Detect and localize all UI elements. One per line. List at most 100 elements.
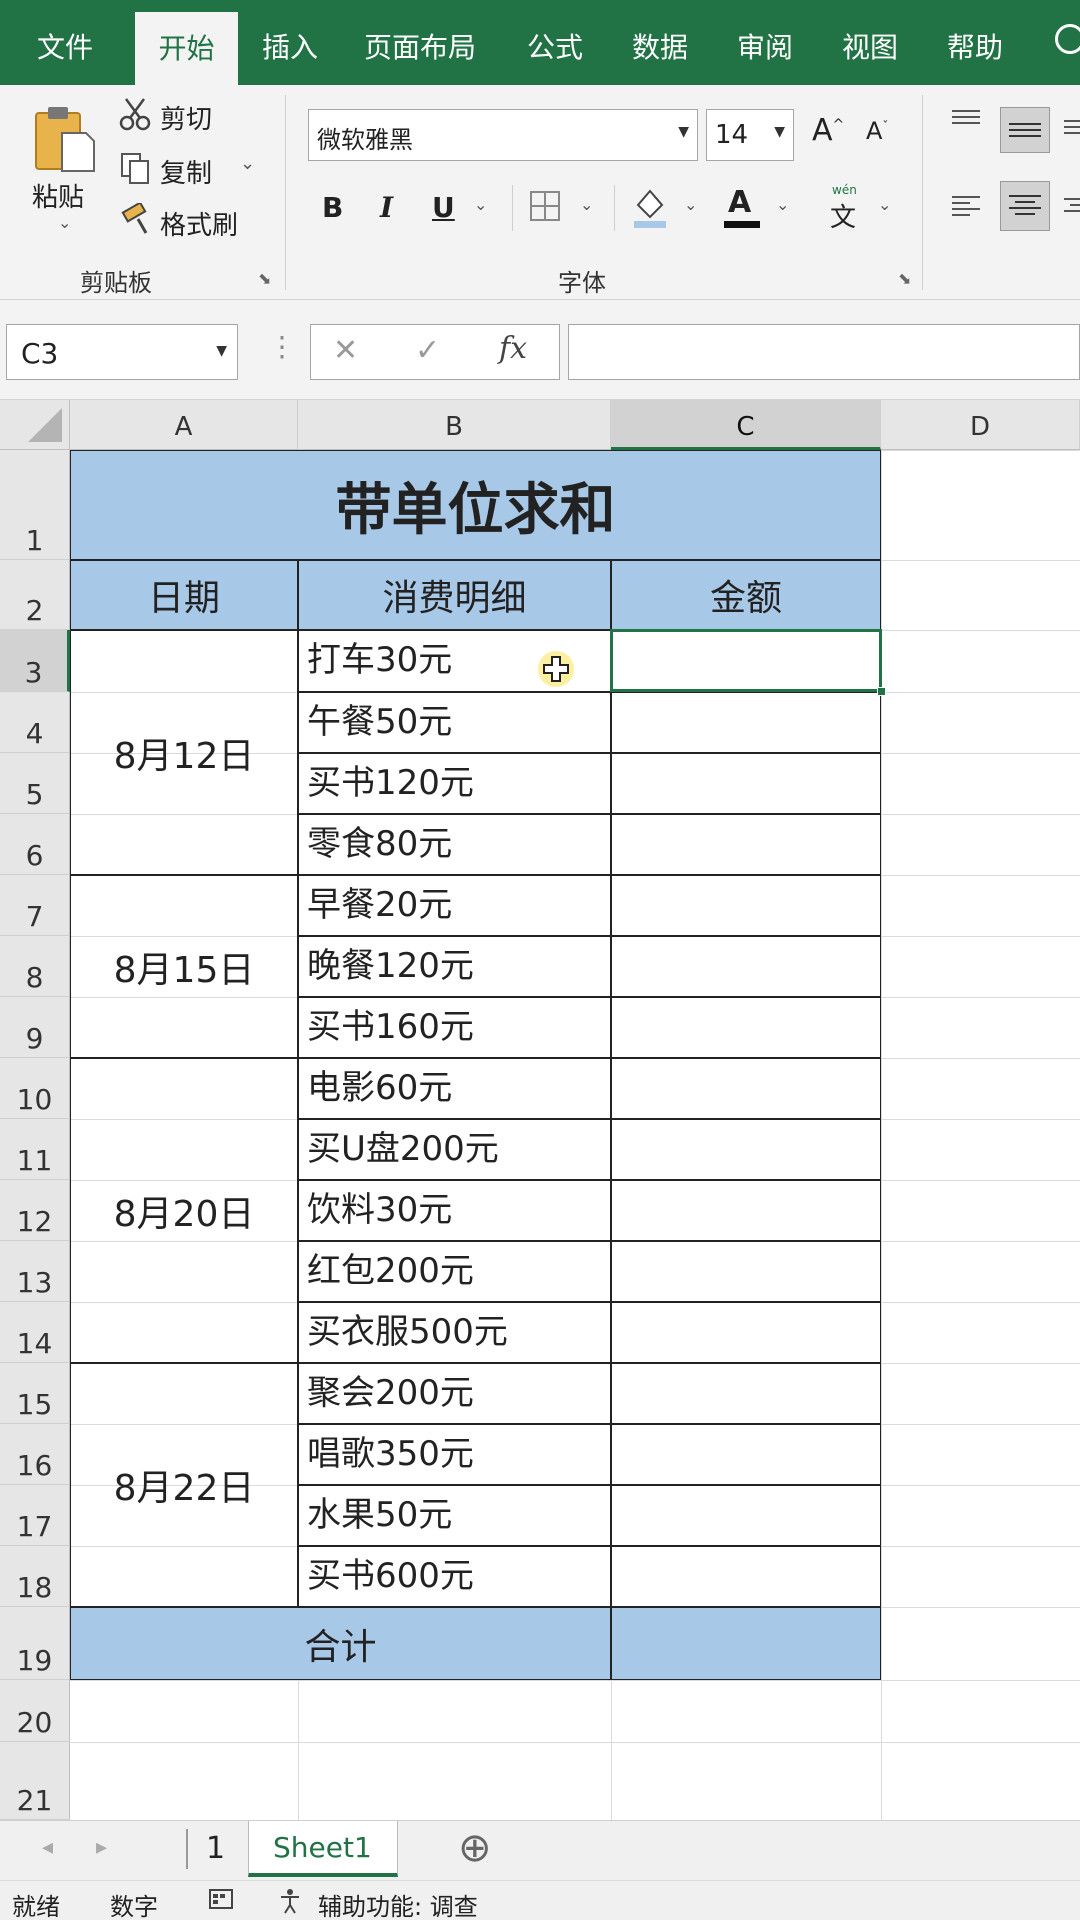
total-label-cell[interactable]: 合计 <box>70 1607 611 1680</box>
tab-page-layout[interactable]: 页面布局 <box>355 0 485 85</box>
header-detail[interactable]: 消费明细 <box>298 560 611 630</box>
insert-function-icon[interactable]: fx <box>499 331 527 366</box>
amount-cell[interactable] <box>611 1363 881 1424</box>
amount-cell[interactable] <box>611 1546 881 1607</box>
enter-icon[interactable]: ✓ <box>415 333 440 368</box>
sheet-tab-1[interactable]: 1 <box>206 1831 225 1866</box>
detail-cell[interactable]: 买衣服500元 <box>298 1302 611 1363</box>
total-amount-cell[interactable] <box>611 1607 881 1680</box>
macro-record-icon[interactable] <box>208 1887 236 1913</box>
sheet-tab-sheet1[interactable]: Sheet1 <box>248 1821 398 1877</box>
row-header-12[interactable]: 12 <box>0 1180 70 1241</box>
fill-color-icon[interactable] <box>630 185 670 229</box>
detail-cell[interactable]: 聚会200元 <box>298 1363 611 1424</box>
amount-cell[interactable] <box>611 1241 881 1302</box>
amount-cell[interactable] <box>611 1485 881 1546</box>
column-header-a[interactable]: A <box>70 400 298 450</box>
amount-cell[interactable] <box>611 1424 881 1485</box>
column-header-c[interactable]: C <box>611 400 881 450</box>
align-middle-icon[interactable] <box>1000 107 1050 153</box>
underline-dropdown-icon[interactable]: ⌄ <box>474 195 487 214</box>
cancel-icon[interactable]: ✕ <box>333 333 358 368</box>
row-header-2[interactable]: 2 <box>0 560 70 630</box>
row-header-20[interactable]: 20 <box>0 1680 70 1742</box>
accessibility-icon[interactable] <box>278 1887 308 1915</box>
align-right-icon[interactable] <box>1062 193 1080 223</box>
tab-insert[interactable]: 插入 <box>250 0 330 85</box>
detail-cell[interactable]: 早餐20元 <box>298 875 611 936</box>
amount-cell[interactable] <box>611 936 881 997</box>
detail-cell[interactable]: 零食80元 <box>298 814 611 875</box>
row-header-18[interactable]: 18 <box>0 1546 70 1607</box>
row-header-16[interactable]: 16 <box>0 1424 70 1485</box>
row-header-1[interactable]: 1 <box>0 450 70 560</box>
amount-cell[interactable] <box>611 875 881 936</box>
formula-input[interactable] <box>568 324 1080 380</box>
shrink-font-button[interactable]: Aˇ <box>866 117 888 145</box>
row-header-15[interactable]: 15 <box>0 1363 70 1424</box>
next-sheet-icon[interactable]: ▸ <box>96 1835 107 1860</box>
borders-icon[interactable] <box>528 189 562 223</box>
paste-dropdown-icon[interactable]: ⌄ <box>58 213 71 232</box>
row-header-5[interactable]: 5 <box>0 753 70 814</box>
header-amount[interactable]: 金额 <box>611 560 881 630</box>
tab-help[interactable]: 帮助 <box>935 0 1015 85</box>
amount-cell[interactable] <box>611 1058 881 1119</box>
font-color-button[interactable]: A <box>722 185 762 229</box>
align-left-icon[interactable] <box>948 191 984 221</box>
prev-sheet-icon[interactable]: ◂ <box>42 1835 53 1860</box>
tab-data[interactable]: 数据 <box>620 0 700 85</box>
row-header-4[interactable]: 4 <box>0 692 70 753</box>
tab-review[interactable]: 审阅 <box>725 0 805 85</box>
row-header-14[interactable]: 14 <box>0 1302 70 1363</box>
amount-cell[interactable] <box>611 692 881 753</box>
cut-button[interactable]: 剪切 <box>160 99 212 136</box>
detail-cell[interactable]: 水果50元 <box>298 1485 611 1546</box>
detail-cell[interactable]: 买U盘200元 <box>298 1119 611 1180</box>
font-size-select[interactable]: 14 ▼ <box>706 109 794 161</box>
amount-cell[interactable] <box>611 814 881 875</box>
fill-color-dropdown-icon[interactable]: ⌄ <box>684 195 697 214</box>
clipboard-launcher-icon[interactable]: ⬊ <box>258 269 271 288</box>
add-sheet-icon[interactable]: ⊕ <box>458 1825 492 1871</box>
tab-view[interactable]: 视图 <box>830 0 910 85</box>
font-color-dropdown-icon[interactable]: ⌄ <box>776 195 789 214</box>
detail-cell[interactable]: 饮料30元 <box>298 1180 611 1241</box>
detail-cell[interactable]: 买书600元 <box>298 1546 611 1607</box>
row-header-19[interactable]: 19 <box>0 1607 70 1680</box>
detail-cell[interactable]: 电影60元 <box>298 1058 611 1119</box>
copy-button[interactable]: 复制 <box>160 153 212 190</box>
column-header-d[interactable]: D <box>881 400 1080 450</box>
selected-cell-outline[interactable] <box>610 629 882 692</box>
date-cell[interactable]: 8月22日 <box>70 1363 298 1607</box>
align-bottom-icon[interactable] <box>1062 111 1080 141</box>
select-all-button[interactable] <box>0 400 70 450</box>
tab-home[interactable]: 开始 <box>135 12 238 85</box>
date-cell[interactable]: 8月12日 <box>70 630 298 875</box>
grow-font-button[interactable]: A^ <box>812 113 844 148</box>
copy-dropdown-icon[interactable]: ⌄ <box>240 153 255 174</box>
amount-cell[interactable] <box>611 1302 881 1363</box>
more-options-icon[interactable]: ⋮ <box>268 330 296 363</box>
row-header-13[interactable]: 13 <box>0 1241 70 1302</box>
font-launcher-icon[interactable]: ⬊ <box>898 269 911 288</box>
tab-formulas[interactable]: 公式 <box>515 0 595 85</box>
date-cell[interactable]: 8月15日 <box>70 875 298 1058</box>
align-center-icon[interactable] <box>1000 181 1050 231</box>
detail-cell[interactable]: 午餐50元 <box>298 692 611 753</box>
name-box[interactable]: C3 ▼ <box>6 324 238 380</box>
format-painter-button[interactable]: 格式刷 <box>160 205 238 242</box>
font-name-select[interactable]: 微软雅黑 ▼ <box>308 109 698 161</box>
detail-cell[interactable]: 红包200元 <box>298 1241 611 1302</box>
fill-handle[interactable] <box>877 687 886 696</box>
align-top-icon[interactable] <box>948 105 984 135</box>
phonetic-dropdown-icon[interactable]: ⌄ <box>878 195 891 214</box>
row-header-10[interactable]: 10 <box>0 1058 70 1119</box>
worksheet[interactable]: A B C D 1 2 3 4 5 6 7 8 9 10 11 12 13 14 15 16 17 18 19 20 2… <box>0 400 1080 1820</box>
status-accessibility[interactable]: 辅助功能: 调查 <box>318 1887 478 1920</box>
detail-cell[interactable]: 唱歌350元 <box>298 1424 611 1485</box>
amount-cell[interactable] <box>611 1180 881 1241</box>
row-header-3[interactable]: 3 <box>0 630 70 692</box>
amount-cell[interactable] <box>611 997 881 1058</box>
date-cell[interactable]: 8月20日 <box>70 1058 298 1363</box>
